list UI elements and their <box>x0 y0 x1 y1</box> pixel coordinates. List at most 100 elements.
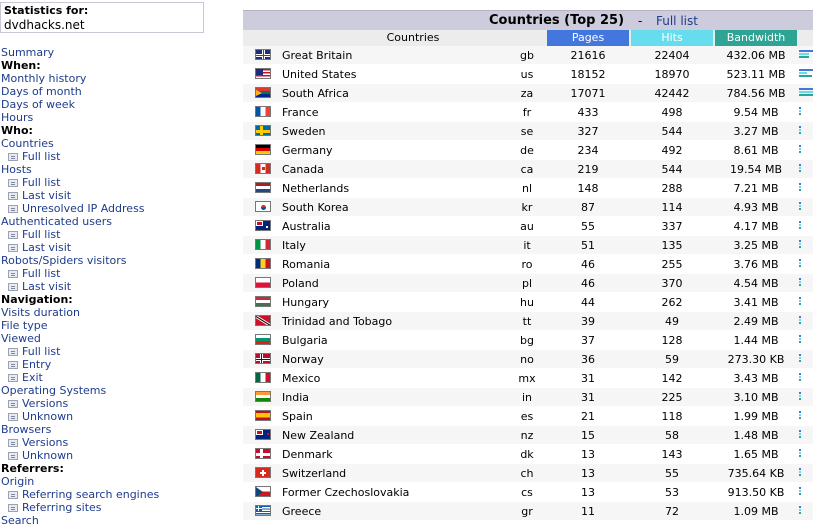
table-row: Greece gr 11 72 1.09 MB <box>243 502 813 521</box>
bandwidth-value: 1.09 MB <box>733 505 779 518</box>
bandwidth-bar <box>799 151 801 153</box>
menu-item-monthly-history[interactable]: Monthly history <box>1 72 239 85</box>
sub-item-icon <box>8 374 18 382</box>
country-code: de <box>520 144 534 157</box>
menu-item-viewed[interactable]: Viewed <box>1 332 239 345</box>
menu-item-days-of-month[interactable]: Days of month <box>1 85 239 98</box>
menu-subitem-unknown[interactable]: Unknown <box>1 449 239 462</box>
table-row: Mexico mx 31 142 3.43 MB <box>243 369 813 388</box>
menu-section-navigation: Navigation: <box>1 293 73 306</box>
it-flag-icon <box>255 239 271 250</box>
flag-cell <box>255 426 271 445</box>
country-name: Great Britain <box>282 49 353 62</box>
menu-subitem-last-visit[interactable]: Last visit <box>1 189 239 202</box>
menu-subitem-versions[interactable]: Versions <box>1 436 239 449</box>
pages-bar <box>799 506 801 508</box>
bandwidth-column-header: Bandwidth <box>715 30 797 46</box>
hu-flag-icon <box>255 296 271 307</box>
menu-item-origin[interactable]: Origin <box>1 475 239 488</box>
bandwidth-value: 735.64 KB <box>727 467 785 480</box>
menu-subitem-label: Referring search engines <box>22 488 160 501</box>
menu-subitem-versions[interactable]: Versions <box>1 397 239 410</box>
tt-flag-icon <box>255 315 271 326</box>
table-row: Netherlands nl 148 288 7.21 MB <box>243 179 813 198</box>
pages-value: 11 <box>581 505 595 518</box>
menu-item-summary[interactable]: Summary <box>1 46 239 59</box>
menu-subitem-referring-sites[interactable]: Referring sites <box>1 501 239 514</box>
menu-subitem-entry[interactable]: Entry <box>1 358 239 371</box>
menu-item-browsers[interactable]: Browsers <box>1 423 239 436</box>
pages-value: 46 <box>581 258 595 271</box>
menu-item-operating-systems[interactable]: Operating Systems <box>1 384 239 397</box>
menu-subitem-full-list[interactable]: Full list <box>1 345 239 358</box>
country-name: France <box>282 106 319 119</box>
menu-subitem-full-list[interactable]: Full list <box>1 228 239 241</box>
bandwidth-bar <box>799 189 801 191</box>
za-flag-icon <box>255 87 271 98</box>
de-flag-icon <box>255 144 271 155</box>
flag-cell <box>255 160 271 179</box>
menu-subitem-full-list[interactable]: Full list <box>1 176 239 189</box>
country-name: New Zealand <box>282 429 355 442</box>
hits-value: 58 <box>665 429 679 442</box>
hits-value: 42442 <box>654 87 690 100</box>
sub-item-icon <box>8 504 18 512</box>
sub-item-icon <box>8 283 18 291</box>
bandwidth-bar <box>799 379 801 381</box>
bandwidth-value: 1.48 MB <box>733 429 779 442</box>
menu-item-robots-spiders-visitors[interactable]: Robots/Spiders visitors <box>1 254 239 267</box>
country-code: us <box>520 68 534 81</box>
menu-subitem-full-list[interactable]: Full list <box>1 150 239 163</box>
menu-item-countries[interactable]: Countries <box>1 137 239 150</box>
au-flag-icon <box>255 220 271 231</box>
flag-cell <box>255 312 271 331</box>
bandwidth-value: 273.30 KB <box>727 353 785 366</box>
country-name: South Korea <box>282 201 349 214</box>
country-name: United States <box>282 68 357 81</box>
hits-value: 492 <box>661 144 683 157</box>
menu-item-file-type[interactable]: File type <box>1 319 239 332</box>
hits-value: 498 <box>661 106 683 119</box>
kr-flag-icon <box>255 201 271 212</box>
menu-subitem-full-list[interactable]: Full list <box>1 267 239 280</box>
hits-value: 135 <box>661 239 683 252</box>
table-row: South Africa za 17071 42442 784.56 MB <box>243 84 813 103</box>
country-name: Switzerland <box>282 467 347 480</box>
full-list-link[interactable]: Full list <box>656 14 698 28</box>
pages-bar <box>799 145 801 147</box>
country-code: ca <box>520 163 534 176</box>
es-flag-icon <box>255 410 271 421</box>
hits-bar <box>799 395 801 397</box>
menu-subitem-referring-search-engines[interactable]: Referring search engines <box>1 488 239 501</box>
panel-title-bar: Countries (Top 25) - Full list <box>243 10 813 30</box>
menu-item-authenticated-users[interactable]: Authenticated users <box>1 215 239 228</box>
menu-subitem-unknown[interactable]: Unknown <box>1 410 239 423</box>
sub-item-icon <box>8 231 18 239</box>
menu-subitem-exit[interactable]: Exit <box>1 371 239 384</box>
hits-bar <box>799 72 807 74</box>
menu-subitem-unresolved-ip-address[interactable]: Unresolved IP Address <box>1 202 239 215</box>
country-name: Former Czechoslovakia <box>282 486 410 499</box>
menu-subitem-last-visit[interactable]: Last visit <box>1 280 239 293</box>
hits-bar <box>799 186 801 188</box>
hits-bar <box>799 91 813 93</box>
menu-item-days-of-week[interactable]: Days of week <box>1 98 239 111</box>
table-row: France fr 433 498 9.54 MB <box>243 103 813 122</box>
table-row: Poland pl 46 370 4.54 MB <box>243 274 813 293</box>
menu-item-hours[interactable]: Hours <box>1 111 239 124</box>
gb-flag-icon <box>255 49 271 60</box>
country-name: Bulgaria <box>282 334 328 347</box>
menu-subitem-last-visit[interactable]: Last visit <box>1 241 239 254</box>
sub-item-icon <box>8 244 18 252</box>
country-code: se <box>520 125 534 138</box>
hits-value: 337 <box>661 220 683 233</box>
table-row: Germany de 234 492 8.61 MB <box>243 141 813 160</box>
statistics-label: Statistics for: <box>4 4 89 17</box>
table-row: Hungary hu 44 262 3.41 MB <box>243 293 813 312</box>
hits-bar <box>799 471 801 473</box>
hits-bar <box>799 262 801 264</box>
hits-value: 53 <box>665 486 679 499</box>
sub-item-icon <box>8 439 18 447</box>
menu-item-hosts[interactable]: Hosts <box>1 163 239 176</box>
menu-item-visits-duration[interactable]: Visits duration <box>1 306 239 319</box>
